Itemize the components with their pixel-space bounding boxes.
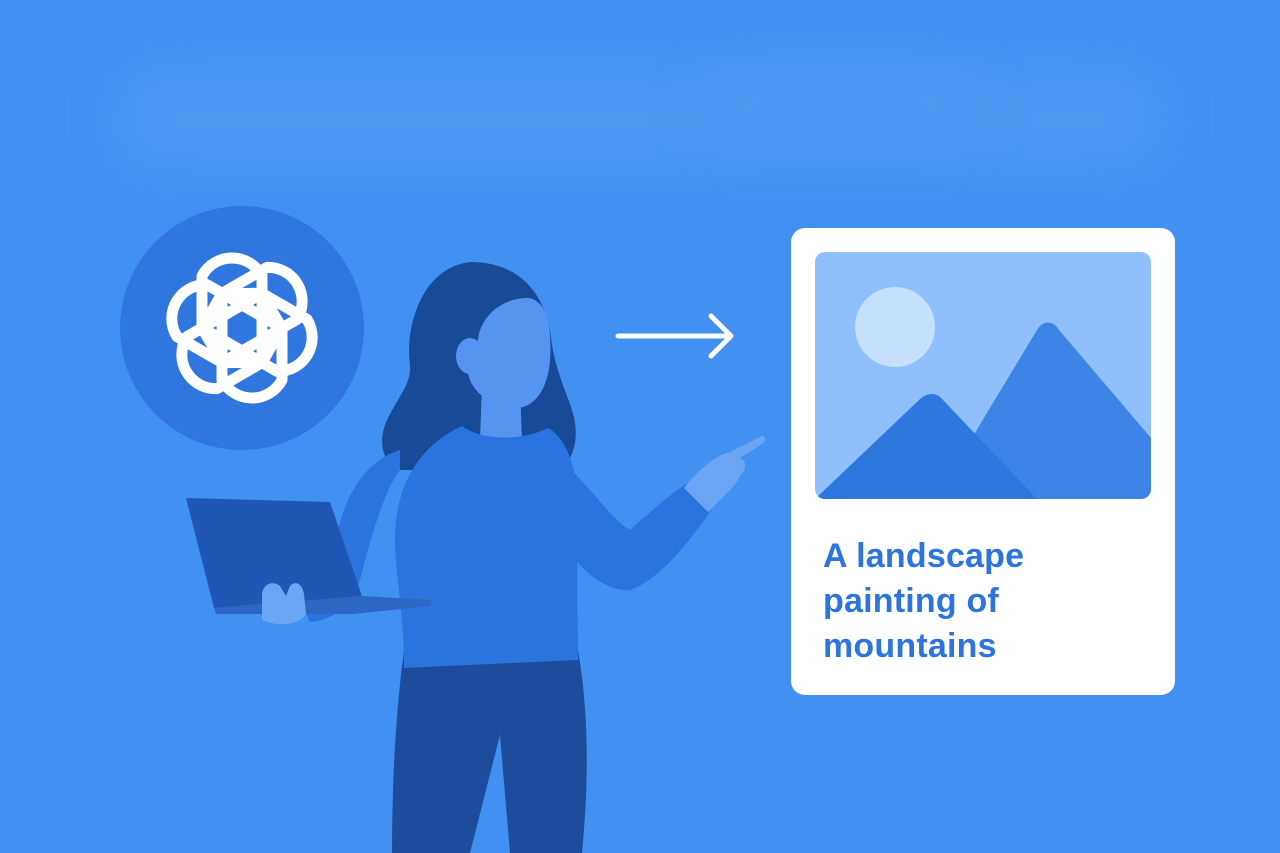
illustration-canvas: A landscape painting of mountains <box>0 0 1280 853</box>
image-card: A landscape painting of mountains <box>791 228 1175 695</box>
ear <box>456 338 484 374</box>
logo-circle <box>120 206 364 450</box>
laptop <box>186 498 432 625</box>
openai-logo-icon <box>120 206 364 450</box>
landscape-image-icon <box>815 252 1151 499</box>
pants <box>392 650 587 853</box>
landscape-image-drawing <box>815 287 1151 499</box>
person-figure <box>300 262 765 853</box>
sun-icon <box>855 287 935 367</box>
arrow-right-icon <box>615 313 734 359</box>
image-caption: A landscape painting of mountains <box>823 537 1025 665</box>
sweater <box>394 426 579 668</box>
